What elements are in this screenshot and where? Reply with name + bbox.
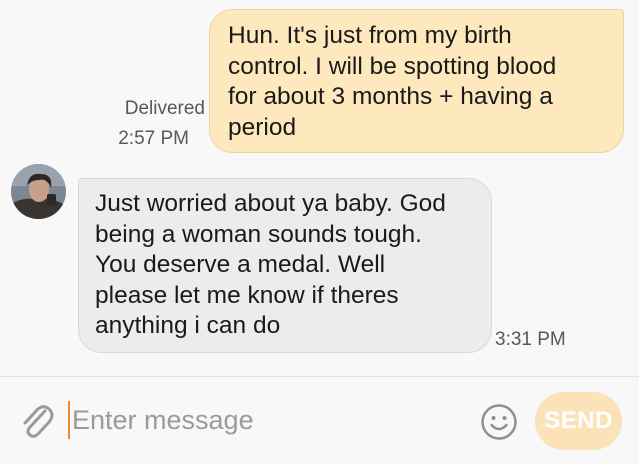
delivery-status: Delivered — [124, 98, 205, 119]
avatar-photo — [11, 164, 66, 219]
text-caret — [68, 401, 70, 439]
send-button[interactable]: SEND — [535, 392, 622, 450]
incoming-message-time: 3:31 PM — [495, 329, 566, 350]
incoming-message-bubble[interactable]: Just worried about ya baby. God being a … — [78, 178, 492, 353]
outgoing-message-bubble[interactable]: Hun. It's just from my birth control. I … — [209, 9, 624, 153]
outgoing-message-text: Hun. It's just from my birth control. I … — [228, 22, 557, 141]
message-input[interactable] — [72, 397, 452, 443]
message-thread: Hun. It's just from my birth control. I … — [0, 0, 639, 376]
paperclip-icon[interactable] — [18, 401, 54, 441]
smiley-icon[interactable] — [480, 403, 518, 441]
incoming-message-text: Just worried about ya baby. God being a … — [95, 190, 446, 339]
outgoing-message-time: 2:57 PM — [118, 128, 189, 149]
contact-avatar[interactable] — [11, 164, 66, 219]
message-composer: SEND — [0, 377, 639, 464]
